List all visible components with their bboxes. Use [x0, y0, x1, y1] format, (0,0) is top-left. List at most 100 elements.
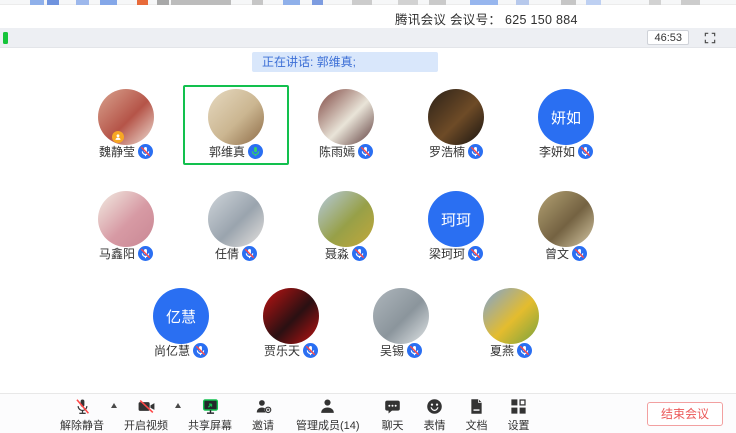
participant-row: 魏静莹 郭维真 [0, 85, 714, 165]
avatar-photo [483, 288, 539, 344]
avatar-photo [208, 89, 264, 145]
toolbar-item-label: 聊天 [382, 417, 404, 433]
participant-name: 李妍如 [539, 143, 575, 160]
toolbar-item-share-screen[interactable]: 共享屏幕 [178, 394, 242, 433]
participant-name-row: 魏静莹 [99, 143, 153, 160]
participant-name-row: 郭维真 [209, 143, 263, 160]
avatar-photo [428, 89, 484, 145]
meeting-window: 腾讯会议 会议号： 625 150 884 46:53 正在讲话: 郭维真; 魏… [0, 0, 736, 433]
avatar-initials: 妍如 [538, 89, 594, 145]
participant-tile[interactable]: 吴锡 [348, 284, 454, 364]
toolbar-item-label: 解除静音 [60, 417, 104, 433]
screen-share-icon [201, 397, 220, 416]
meeting-title: 腾讯会议 会议号： 625 150 884 [395, 9, 578, 28]
toolbar-item-settings[interactable]: 设置 [498, 394, 540, 433]
toolbar-item-label: 设置 [508, 417, 530, 433]
participant-name: 郭维真 [209, 143, 245, 160]
participant-name: 吴锡 [380, 342, 404, 359]
participant-name-row: 罗浩楠 [429, 143, 483, 160]
participant-tile[interactable]: 聂淼 [293, 187, 399, 267]
participant-name: 梁珂珂 [429, 245, 465, 262]
mic-status-icon [578, 144, 593, 159]
mic-status-icon [468, 144, 483, 159]
mic-status-icon [138, 246, 153, 261]
participant-tile[interactable]: 亿慧 尚亿慧 [128, 284, 234, 364]
participant-tile[interactable]: 贾乐天 [238, 284, 344, 364]
participant-name-row: 尚亿慧 [154, 342, 208, 359]
avatar-photo [98, 191, 154, 247]
toolbar-item-docs[interactable]: 文档 [456, 394, 498, 433]
avatar-photo [208, 191, 264, 247]
participant-name-row: 夏燕 [490, 342, 532, 359]
doc-icon [467, 397, 486, 416]
participant-name: 任倩 [215, 245, 239, 262]
participant-name-row: 陈雨嫣 [319, 143, 373, 160]
avatar-photo [263, 288, 319, 344]
fullscreen-icon[interactable] [703, 31, 717, 45]
mic-status-icon [248, 144, 263, 159]
participant-tile[interactable]: 郭维真 [183, 85, 289, 165]
participant-name-row: 吴锡 [380, 342, 422, 359]
participant-name-row: 聂淼 [325, 245, 367, 262]
participant-tile[interactable]: 珂珂 梁珂珂 [403, 187, 509, 267]
host-badge-icon [112, 131, 124, 143]
window-title-bar: 腾讯会议 会议号： 625 150 884 [0, 6, 736, 28]
toolbar-item-members[interactable]: 管理成员(14) [284, 394, 372, 433]
participant-name-row: 任倩 [215, 245, 257, 262]
avatar-photo [98, 89, 154, 145]
toolbar-item-start-video[interactable]: 开启视频 [114, 394, 178, 433]
toolbar-item-unmute[interactable]: 解除静音 [50, 394, 114, 433]
end-meeting-button[interactable]: 结束会议 [647, 402, 723, 426]
toolbar-item-label: 开启视频 [124, 417, 168, 433]
speaking-banner: 正在讲话: 郭维真; [252, 52, 438, 72]
participant-name: 陈雨嫣 [319, 143, 355, 160]
mic-muted-icon [73, 397, 92, 416]
mic-status-icon [242, 246, 257, 261]
toolbar-item-label: 邀请 [252, 417, 274, 433]
avatar-initials: 亿慧 [153, 288, 209, 344]
participant-tile[interactable]: 曾文 [513, 187, 619, 267]
toolbar-item-label: 管理成员(14) [296, 417, 360, 433]
participant-row: 马鑫阳 任倩 [0, 187, 714, 267]
avatar-photo [318, 89, 374, 145]
participant-name: 夏燕 [490, 342, 514, 359]
bottom-toolbar: 解除静音 开启视频 共享屏幕 邀请 管理成员(14) 聊天 表情 文档 设置 结… [0, 393, 736, 433]
toolbar-items: 解除静音 开启视频 共享屏幕 邀请 管理成员(14) 聊天 表情 文档 设置 [50, 394, 540, 433]
participant-name: 魏静莹 [99, 143, 135, 160]
signal-icon [3, 32, 8, 44]
toolbar-item-label: 表情 [424, 417, 446, 433]
participant-name-row: 梁珂珂 [429, 245, 483, 262]
toolbar-item-chat[interactable]: 聊天 [372, 394, 414, 433]
mic-status-icon [468, 246, 483, 261]
avatar-photo [373, 288, 429, 344]
participant-name-row: 贾乐天 [264, 342, 318, 359]
toolbar-item-label: 文档 [466, 417, 488, 433]
participant-tile[interactable]: 夏燕 [458, 284, 564, 364]
avatar-photo [318, 191, 374, 247]
participant-tile[interactable]: 魏静莹 [73, 85, 179, 165]
meeting-timer: 46:53 [647, 30, 689, 45]
mic-status-icon [407, 343, 422, 358]
participant-name: 马鑫阳 [99, 245, 135, 262]
camera-muted-icon [137, 397, 156, 416]
mic-status-icon [303, 343, 318, 358]
toolbar-item-invite[interactable]: 邀请 [242, 394, 284, 433]
toolbar-item-label: 共享屏幕 [188, 417, 232, 433]
browser-tabs-sliver [0, 0, 736, 5]
mic-status-icon [352, 246, 367, 261]
mic-status-icon [572, 246, 587, 261]
invite-icon [254, 397, 273, 416]
avatar-initials: 珂珂 [428, 191, 484, 247]
participant-name-row: 马鑫阳 [99, 245, 153, 262]
participant-name: 罗浩楠 [429, 143, 465, 160]
participant-tile[interactable]: 陈雨嫣 [293, 85, 399, 165]
participant-row: 亿慧 尚亿慧 贾乐天 [0, 284, 714, 364]
members-icon [318, 397, 337, 416]
participant-tile[interactable]: 妍如 李妍如 [513, 85, 619, 165]
mic-status-icon [358, 144, 373, 159]
participant-tile[interactable]: 马鑫阳 [73, 187, 179, 267]
participant-tile[interactable]: 罗浩楠 [403, 85, 509, 165]
participant-name: 聂淼 [325, 245, 349, 262]
participant-tile[interactable]: 任倩 [183, 187, 289, 267]
toolbar-item-emoji[interactable]: 表情 [414, 394, 456, 433]
